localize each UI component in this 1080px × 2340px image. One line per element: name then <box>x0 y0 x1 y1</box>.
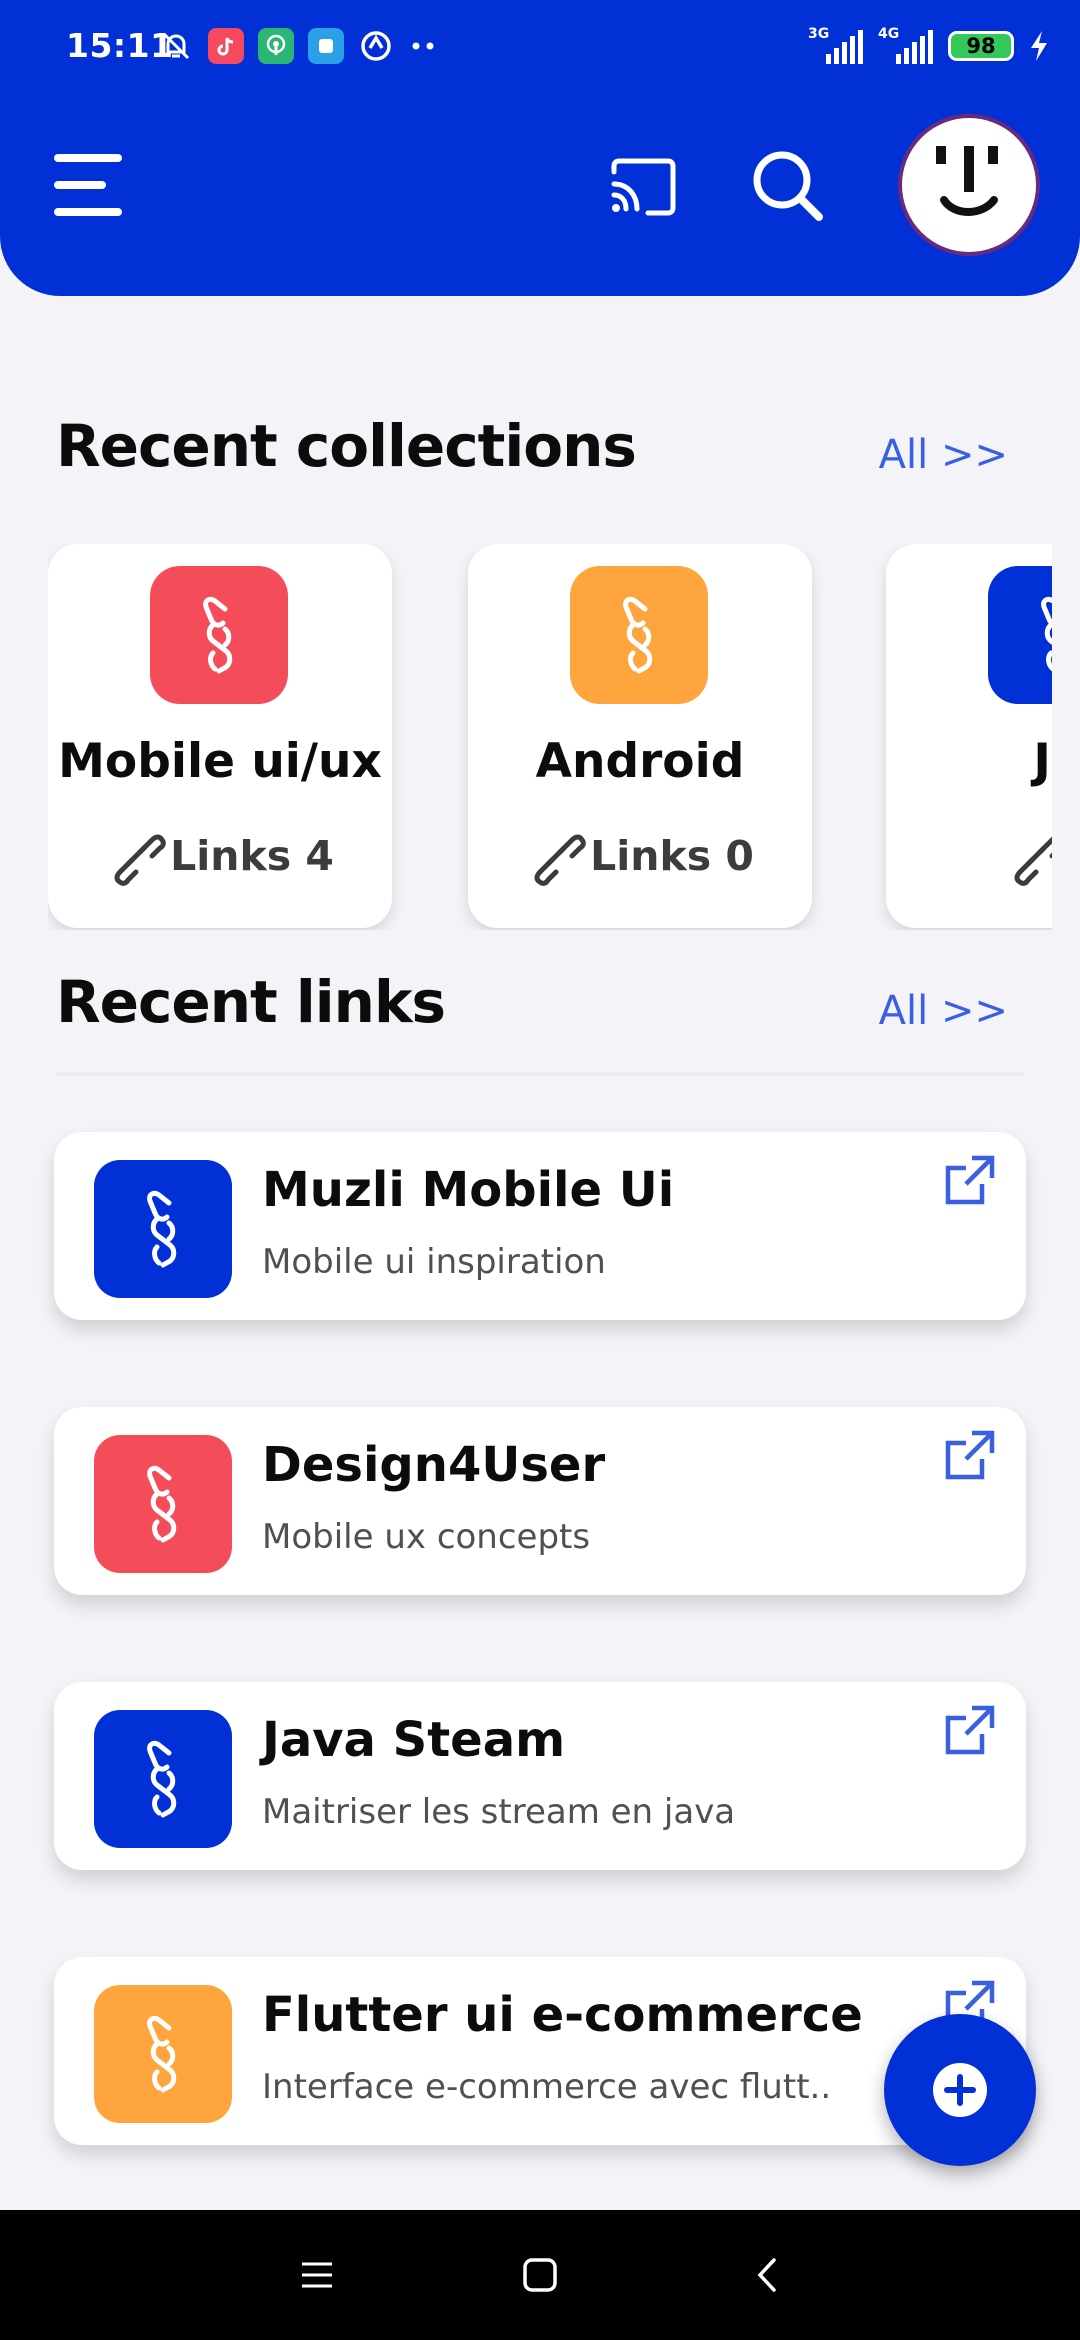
search-icon[interactable] <box>750 148 824 222</box>
link-chain-icon <box>94 1435 232 1573</box>
collection-card[interactable]: Mobile ui/ux Links 4 <box>48 544 392 928</box>
link-title: Muzli Mobile Ui <box>262 1162 675 1218</box>
link-icon <box>534 834 586 886</box>
collection-card[interactable]: Ja Li <box>886 544 1052 928</box>
tiktok-app-icon <box>208 28 244 64</box>
links-section-title: Recent links <box>56 968 446 1036</box>
collection-name: Ja <box>1033 734 1052 789</box>
signal-4g-icon: 4G <box>878 26 934 66</box>
mute-bell-icon <box>162 32 190 60</box>
collection-links-label: Links 0 <box>590 832 754 880</box>
signal-3g-icon: 3G <box>808 26 864 66</box>
menu-icon[interactable] <box>292 2250 342 2300</box>
collections-section-title: Recent collections <box>56 412 637 480</box>
cast-icon[interactable] <box>610 158 676 216</box>
link-title: Flutter ui e-commerce <box>262 1987 863 2043</box>
add-circle-icon <box>933 2063 987 2117</box>
links-see-all-link[interactable]: All >> <box>879 988 1008 1034</box>
collection-link-count: Li <box>886 826 1052 886</box>
avatar-face <box>936 146 998 216</box>
system-nav-bar <box>0 2210 1080 2340</box>
notes-app-icon <box>308 28 344 64</box>
app-header: 15:11 3G 4G 98 <box>0 0 1080 296</box>
collection-name: Mobile ui/ux <box>58 734 382 789</box>
more-dots-icon <box>412 42 434 50</box>
link-icon <box>114 834 166 886</box>
divider <box>56 1072 1024 1076</box>
back-chevron-icon[interactable] <box>742 2250 792 2300</box>
open-external-icon[interactable] <box>942 1427 998 1483</box>
status-right: 3G 4G 98 <box>808 26 1050 66</box>
collection-card[interactable]: Android Links 0 <box>468 544 812 928</box>
collections-carousel[interactable]: Mobile ui/ux Links 4 Android Links 0 J <box>48 544 1052 930</box>
link-subtitle: Mobile ui inspiration <box>262 1242 606 1282</box>
link-card[interactable]: Flutter ui e-commerce Interface e-commer… <box>54 1957 1026 2145</box>
link-chain-icon <box>94 1160 232 1298</box>
collection-links-label: Links 4 <box>170 832 334 880</box>
hamburger-menu-icon[interactable] <box>54 150 122 220</box>
link-chain-icon <box>988 566 1052 704</box>
link-chain-icon <box>150 566 288 704</box>
vpn-icon <box>361 31 391 61</box>
link-icon <box>1014 836 1052 886</box>
link-subtitle: Interface e-commerce avec flutt.. <box>262 2067 832 2107</box>
collection-link-count: Links 0 <box>468 826 812 886</box>
open-external-icon[interactable] <box>942 1702 998 1758</box>
link-chain-icon <box>94 1710 232 1848</box>
open-external-icon[interactable] <box>942 1152 998 1208</box>
battery-indicator: 98 <box>948 31 1014 61</box>
charging-bolt-icon <box>1031 31 1047 61</box>
net-label-1: 3G <box>808 26 830 42</box>
status-bar: 15:11 3G 4G 98 <box>0 0 1080 96</box>
link-title: Java Steam <box>262 1712 566 1768</box>
link-card[interactable]: Java Steam Maitriser les stream en java <box>54 1682 1026 1870</box>
link-chain-icon <box>570 566 708 704</box>
collection-link-count: Links 4 <box>48 826 392 886</box>
net-label-2: 4G <box>878 26 900 42</box>
link-card[interactable]: Muzli Mobile Ui Mobile ui inspiration <box>54 1132 1026 1320</box>
link-subtitle: Maitriser les stream en java <box>262 1792 736 1832</box>
link-title: Design4User <box>262 1437 606 1493</box>
link-card[interactable]: Design4User Mobile ux concepts <box>54 1407 1026 1595</box>
notification-icons <box>158 28 438 64</box>
link-subtitle: Mobile ux concepts <box>262 1517 591 1557</box>
add-fab-button[interactable] <box>884 2014 1036 2166</box>
podcast-app-icon <box>258 28 294 64</box>
link-chain-icon <box>94 1985 232 2123</box>
user-avatar[interactable] <box>898 114 1040 256</box>
collections-see-all-link[interactable]: All >> <box>879 432 1008 478</box>
home-square-icon[interactable] <box>515 2250 565 2300</box>
collection-name: Android <box>535 734 745 789</box>
